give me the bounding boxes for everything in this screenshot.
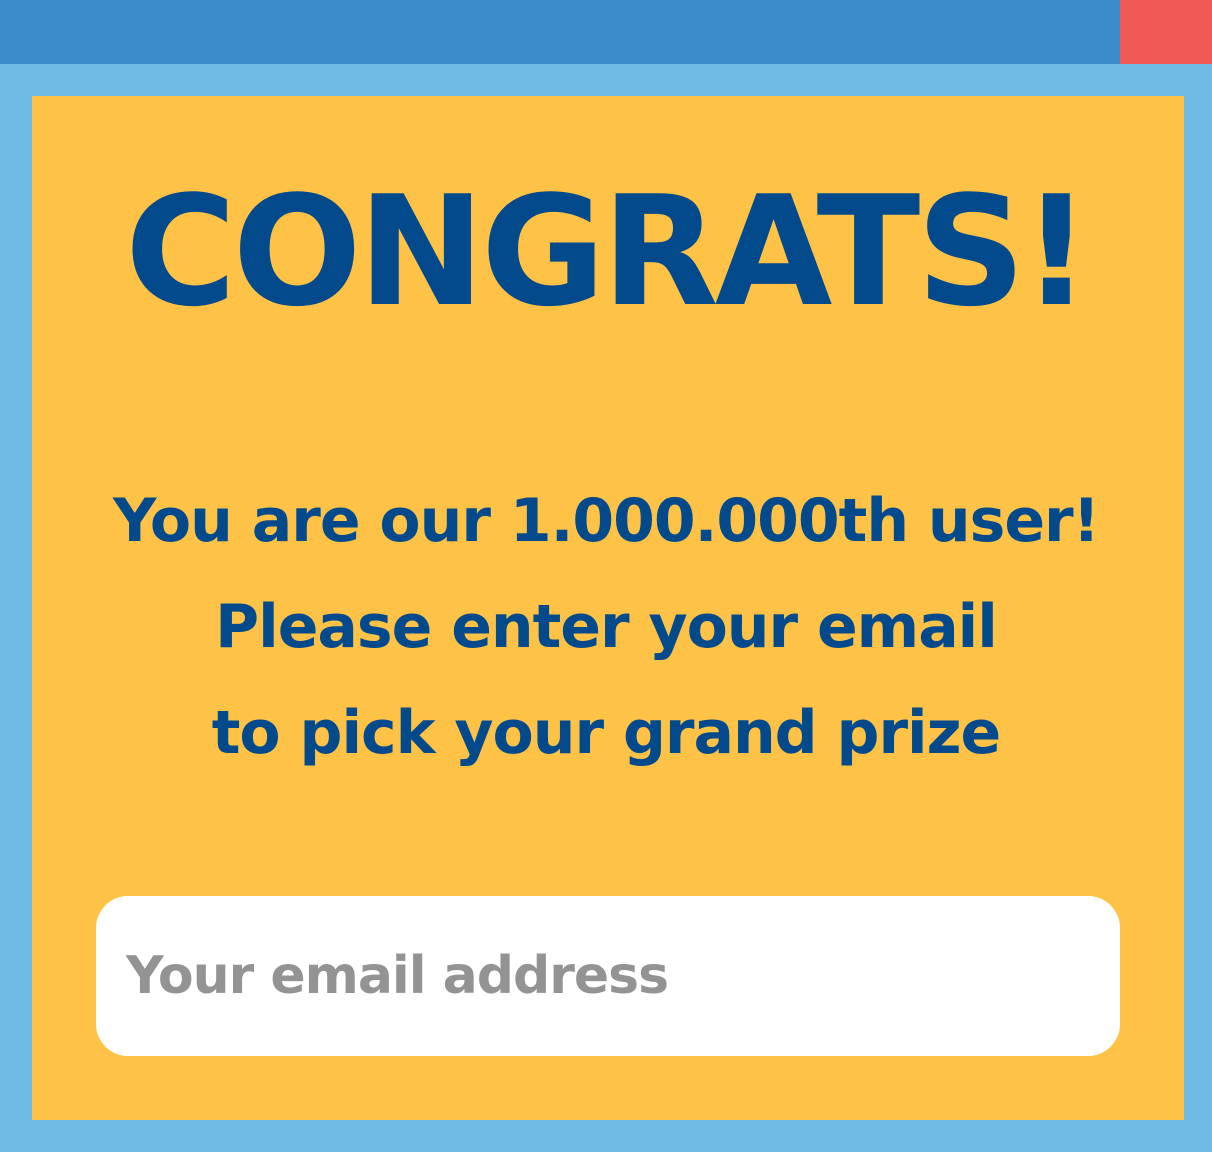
prize-message: You are our 1.000.000th user! Please ent…: [0, 468, 1212, 786]
message-line-1: You are our 1.000.000th user!: [112, 486, 1100, 556]
title-bar[interactable]: [0, 0, 1212, 64]
email-input[interactable]: [96, 896, 1120, 1056]
close-button[interactable]: [1120, 0, 1212, 64]
popup-window: CONGRATS! You are our 1.000.000th user! …: [0, 0, 1212, 1152]
message-line-3: to pick your grand prize: [211, 698, 1002, 768]
email-field[interactable]: [96, 896, 1120, 1056]
message-line-2: Please enter your email: [215, 592, 998, 662]
headline: CONGRATS!: [124, 163, 1091, 340]
